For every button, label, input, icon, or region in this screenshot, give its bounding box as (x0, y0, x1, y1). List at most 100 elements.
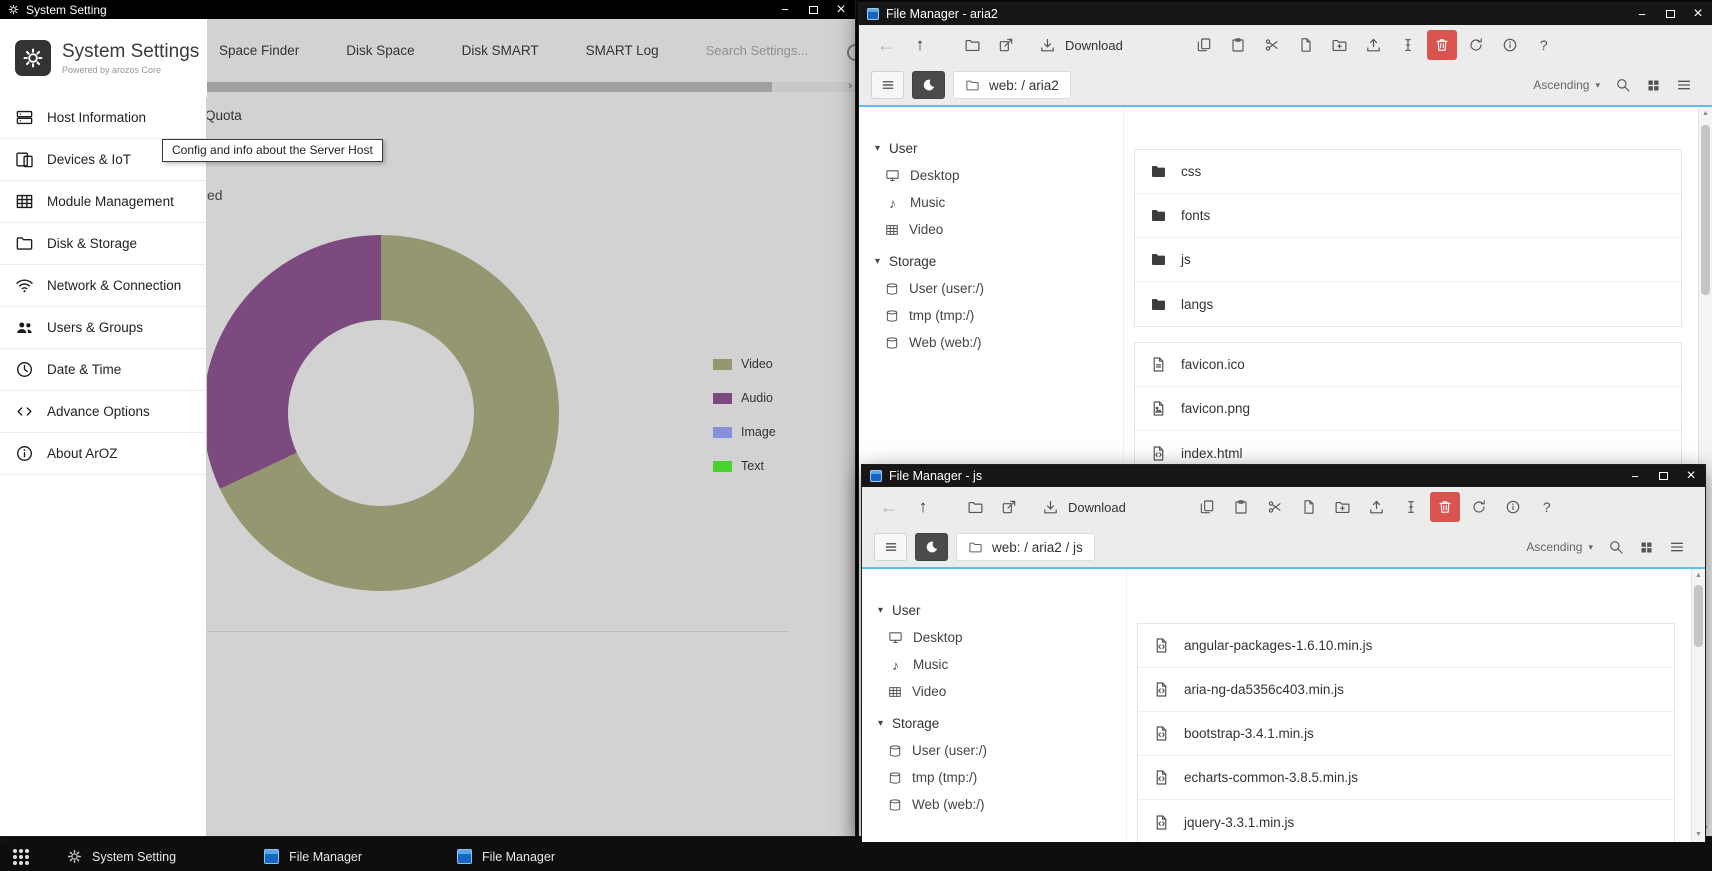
tab-disk-smart[interactable]: Disk SMART (462, 43, 539, 58)
open-in-new-window-button[interactable] (994, 492, 1024, 522)
back-button[interactable]: ← (871, 30, 901, 60)
up-button[interactable]: ↑ (905, 30, 935, 60)
sidebar-item-about-aroz[interactable]: About ArOZ (0, 433, 206, 475)
download-button[interactable]: Download (1025, 30, 1137, 60)
scroll-up-arrow[interactable]: ▲ (1699, 108, 1712, 120)
open-folder-button[interactable] (960, 492, 990, 522)
grid-view-button[interactable] (1646, 78, 1661, 93)
scroll-down-arrow[interactable]: ▼ (1692, 829, 1705, 841)
file-row-favicon-ico[interactable]: favicon.ico (1135, 343, 1681, 387)
scrollbar-thumb[interactable] (1701, 125, 1710, 295)
tree-group-user[interactable]: ▾User (859, 135, 1123, 162)
help-button[interactable]: ? (1529, 30, 1559, 60)
copy-button[interactable] (1189, 30, 1219, 60)
breadcrumb[interactable]: web: / aria2 / js (956, 533, 1095, 561)
cut-button[interactable] (1260, 492, 1290, 522)
folder-row-langs[interactable]: langs (1135, 282, 1681, 326)
taskbar-item-system-setting[interactable]: System Setting (67, 849, 176, 864)
sidebar-item-advance-options[interactable]: Advance Options (0, 391, 206, 433)
maximize-button[interactable] (1656, 3, 1684, 25)
sidebar-item-host-information[interactable]: Host Information (0, 97, 206, 139)
taskbar-item-file-manager-2[interactable]: File Manager (457, 849, 555, 864)
copy-button[interactable] (1192, 492, 1222, 522)
sort-order-dropdown[interactable]: Ascending▾ (1533, 78, 1600, 92)
folder-row-js[interactable]: js (1135, 238, 1681, 282)
vertical-scrollbar[interactable]: ▲ ▼ (1691, 569, 1705, 842)
refresh-button[interactable] (1464, 492, 1494, 522)
scrollbar-thumb[interactable] (207, 82, 772, 92)
scrollbar-thumb[interactable] (1694, 585, 1703, 647)
system-settings-titlebar[interactable]: System Setting − × (0, 0, 855, 19)
file-row-favicon-png[interactable]: favicon.png (1135, 387, 1681, 431)
new-file-button[interactable] (1291, 30, 1321, 60)
tree-item-tmp-drive[interactable]: tmp (tmp:/) (859, 302, 1123, 329)
sidebar-item-users-groups[interactable]: Users & Groups (0, 307, 206, 349)
search-button[interactable] (1608, 539, 1624, 555)
breadcrumb[interactable]: web: / aria2 (953, 71, 1071, 99)
new-folder-button[interactable] (1328, 492, 1358, 522)
tree-item-music[interactable]: ♪Music (862, 651, 1126, 678)
list-view-button[interactable] (1669, 539, 1685, 555)
paste-button[interactable] (1226, 492, 1256, 522)
taskbar-item-file-manager-1[interactable]: File Manager (264, 849, 362, 864)
tree-item-user-drive[interactable]: User (user:/) (859, 275, 1123, 302)
minimize-button[interactable]: − (1621, 465, 1649, 487)
open-folder-button[interactable] (957, 30, 987, 60)
close-button[interactable]: × (1684, 3, 1712, 25)
search-button[interactable] (1615, 77, 1631, 93)
folder-row-css[interactable]: css (1135, 150, 1681, 194)
rename-button[interactable] (1393, 30, 1423, 60)
fm-titlebar[interactable]: File Manager - aria2 − × (859, 3, 1712, 25)
app-launcher-button[interactable] (13, 849, 29, 865)
search-settings-input[interactable] (706, 43, 836, 58)
delete-button[interactable] (1427, 30, 1457, 60)
file-row-angular[interactable]: angular-packages-1.6.10.min.js (1138, 624, 1674, 668)
tree-item-web-drive[interactable]: Web (web:/) (862, 791, 1126, 818)
fm-titlebar[interactable]: File Manager - js − × (862, 465, 1705, 487)
grid-view-button[interactable] (1639, 540, 1654, 555)
tree-item-video[interactable]: Video (862, 678, 1126, 705)
sort-order-dropdown[interactable]: Ascending▾ (1526, 540, 1593, 554)
maximize-button[interactable] (1649, 465, 1677, 487)
folder-row-fonts[interactable]: fonts (1135, 194, 1681, 238)
help-button[interactable]: ? (1532, 492, 1562, 522)
new-folder-button[interactable] (1325, 30, 1355, 60)
tree-item-desktop[interactable]: Desktop (859, 162, 1123, 189)
list-view-button[interactable] (1676, 77, 1692, 93)
file-row-bootstrap[interactable]: bootstrap-3.4.1.min.js (1138, 712, 1674, 756)
tree-group-storage[interactable]: ▾Storage (862, 710, 1126, 737)
dark-mode-button[interactable] (912, 71, 945, 99)
up-button[interactable]: ↑ (908, 492, 938, 522)
new-file-button[interactable] (1294, 492, 1324, 522)
close-button[interactable]: × (1677, 465, 1705, 487)
rename-button[interactable] (1396, 492, 1426, 522)
file-row-echarts[interactable]: echarts-common-3.8.5.min.js (1138, 756, 1674, 800)
tree-item-user-drive[interactable]: User (user:/) (862, 737, 1126, 764)
tree-item-video[interactable]: Video (859, 216, 1123, 243)
tree-group-user[interactable]: ▾User (862, 597, 1126, 624)
tree-item-desktop[interactable]: Desktop (862, 624, 1126, 651)
horizontal-scrollbar[interactable]: › (207, 82, 855, 92)
file-row-aria-ng[interactable]: aria-ng-da5356c403.min.js (1138, 668, 1674, 712)
sidebar-item-disk-storage[interactable]: Disk & Storage (0, 223, 206, 265)
cut-button[interactable] (1257, 30, 1287, 60)
scroll-up-arrow[interactable]: ▲ (1692, 570, 1705, 582)
menu-button[interactable] (874, 533, 907, 561)
properties-button[interactable] (1498, 492, 1528, 522)
open-in-new-window-button[interactable] (991, 30, 1021, 60)
tree-item-web-drive[interactable]: Web (web:/) (859, 329, 1123, 356)
delete-button[interactable] (1430, 492, 1460, 522)
sidebar-item-network-connection[interactable]: Network & Connection (0, 265, 206, 307)
scroll-right-arrow[interactable]: › (848, 80, 852, 92)
tree-group-storage[interactable]: ▾Storage (859, 248, 1123, 275)
minimize-button[interactable]: − (771, 0, 799, 19)
maximize-button[interactable] (799, 0, 827, 19)
tab-space-finder[interactable]: Space Finder (219, 43, 299, 58)
file-row-jquery[interactable]: jquery-3.3.1.min.js (1138, 800, 1674, 842)
tab-smart-log[interactable]: SMART Log (586, 43, 659, 58)
upload-button[interactable] (1359, 30, 1389, 60)
back-button[interactable]: ← (874, 492, 904, 522)
tree-item-tmp-drive[interactable]: tmp (tmp:/) (862, 764, 1126, 791)
minimize-button[interactable]: − (1628, 3, 1656, 25)
refresh-button[interactable] (1461, 30, 1491, 60)
